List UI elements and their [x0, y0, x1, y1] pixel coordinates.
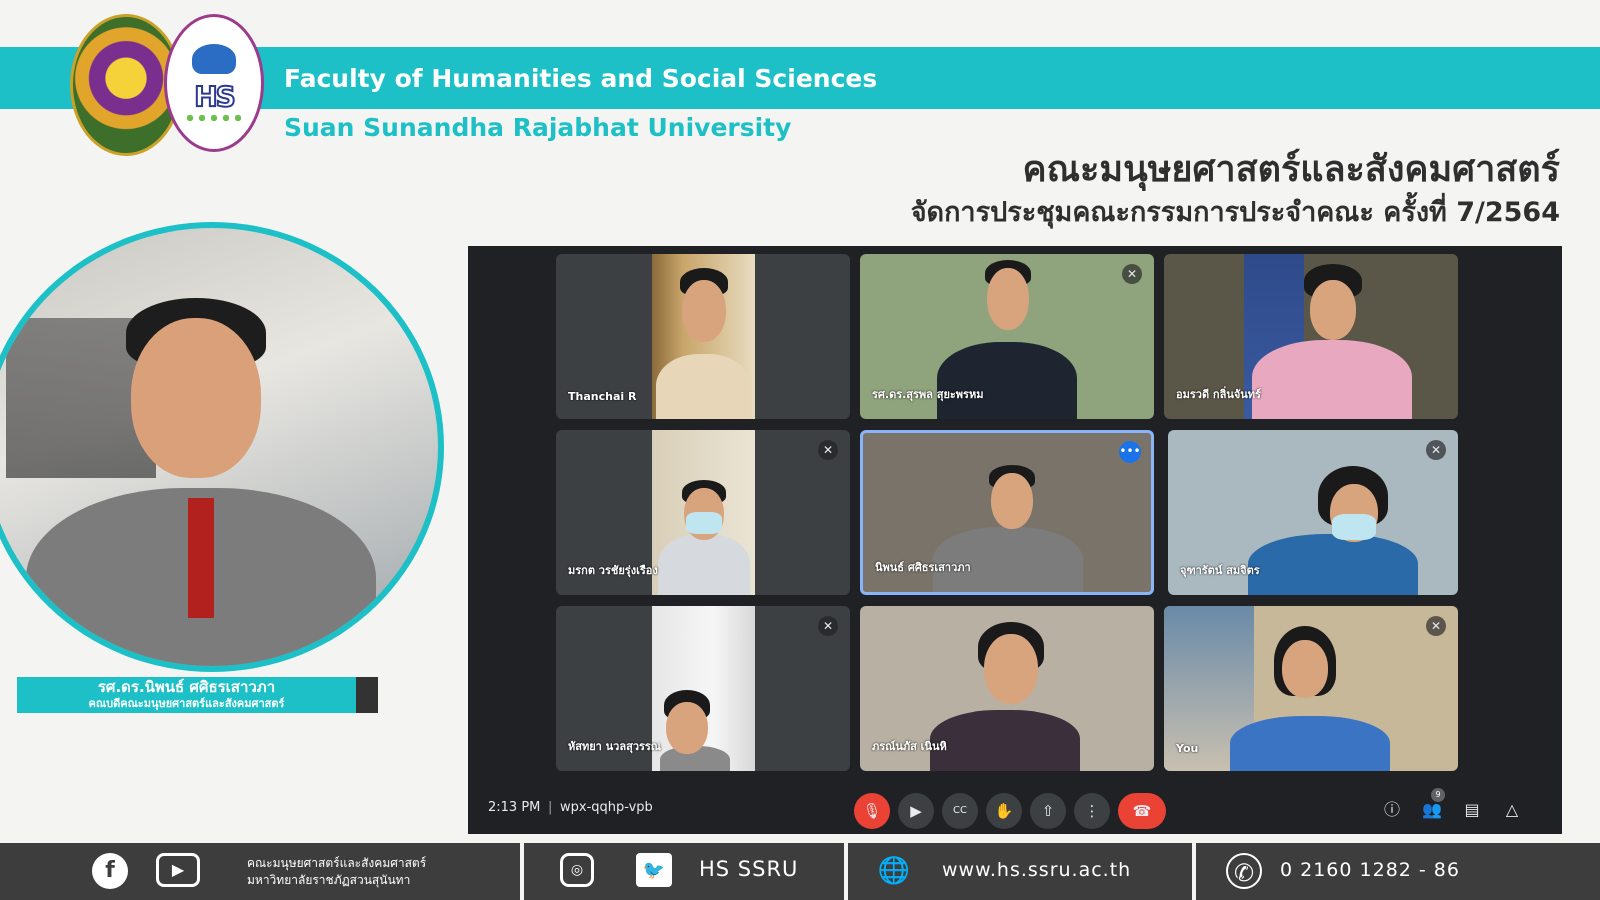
presenter-name: รศ.ดร.นิพนธ์ ศศิธรเสาวภา	[97, 678, 276, 696]
meeting-code: wpx-qqhp-vpb	[560, 800, 653, 815]
raise-hand-button[interactable]: ✋	[986, 793, 1022, 829]
participant-name: อมรวดี กลิ่นจันทร์	[1176, 388, 1261, 401]
camera-button[interactable]: ▶	[898, 793, 934, 829]
meeting-title-th: จัดการประชุมคณะกรรมการประจำคณะ ครั้งที่ …	[910, 197, 1560, 228]
presenter-figure	[0, 228, 438, 666]
presenter-name-plate: รศ.ดร.นิพนธ์ ศศิธรเสาวภา คณบดีคณะมนุษยศา…	[17, 677, 378, 713]
mic-off-button[interactable]: 🎙	[854, 793, 890, 829]
participant-name: Thanchai R	[568, 390, 637, 403]
website-url[interactable]: www.hs.ssru.ac.th	[942, 859, 1131, 881]
phone-icon: ✆	[1226, 853, 1262, 889]
footer-faculty-th: คณะมนุษยศาสตร์และสังคมศาสตร์	[247, 856, 427, 870]
mic-off-icon: ✕	[818, 440, 838, 460]
faculty-logo-figure-icon	[192, 43, 236, 74]
twitter-icon[interactable]: 🐦	[636, 853, 672, 887]
participant-name: รศ.ดร.สุรพล สุยะพรหม	[872, 388, 984, 401]
faculty-title-en: Faculty of Humanities and Social Science…	[284, 64, 878, 93]
presenter-role: คณบดีคณะมนุษยศาสตร์และสังคมศาสตร์	[88, 697, 285, 710]
instagram-icon[interactable]: ◎	[560, 853, 594, 887]
meeting-time: 2:13 PM	[488, 800, 541, 815]
leave-call-button[interactable]: ☎	[1118, 793, 1166, 829]
presenter-photo	[0, 222, 444, 672]
more-options-button[interactable]: ⋮	[1074, 793, 1110, 829]
mic-off-icon: ✕	[818, 616, 838, 636]
university-title-en: Suan Sunandha Rajabhat University	[284, 113, 792, 142]
phone-number: 0 2160 1282 - 86	[1280, 859, 1460, 881]
participant-tile[interactable]: อมรวดี กลิ่นจันทร์	[1164, 254, 1458, 419]
chat-icon[interactable]: ▤	[1458, 796, 1486, 824]
participant-tile-active[interactable]: ••• นิพนธ์ ศศิธรเสาวภา	[860, 430, 1154, 595]
faculty-title-th: คณะมนุษยศาสตร์และสังคมศาสตร์	[1022, 149, 1560, 190]
activities-icon[interactable]: △	[1498, 796, 1526, 824]
faculty-logo-dots-icon	[184, 112, 244, 123]
participants-icon[interactable]: 👥 9	[1418, 788, 1446, 824]
participant-tile[interactable]: Thanchai R	[556, 254, 850, 419]
faculty-logo-mark: HS	[193, 79, 237, 114]
participants-count-badge: 9	[1431, 788, 1445, 802]
participant-name: ภรณ์นภัส เนินหิ	[872, 740, 947, 753]
participant-name: มรกต วรชัยรุ่งเรือง	[568, 564, 658, 577]
footer-social-section: f ▶ คณะมนุษยศาสตร์และสังคมศาสตร์ มหาวิทย…	[0, 843, 520, 900]
participant-tile[interactable]: ✕ มรกต วรชัยรุ่งเรือง	[556, 430, 850, 595]
globe-icon: 🌐	[877, 856, 911, 886]
facebook-icon[interactable]: f	[92, 853, 128, 889]
participant-tile[interactable]: ✕ จุฑารัตน์ สมจิตร	[1168, 430, 1458, 595]
footer-university-th: มหาวิทยาลัยราชภัฏสวนสุนันทา	[247, 873, 411, 887]
participant-tile-self[interactable]: ✕ You	[1164, 606, 1458, 771]
more-options-icon[interactable]: •••	[1119, 441, 1141, 463]
participant-name: You	[1176, 742, 1199, 755]
video-call-window: Thanchai R ✕ รศ.ดร.สุรพล สุยะพรหม อมรวดี…	[468, 246, 1562, 834]
participant-name: หัสทยา นวลสุวรรณ	[568, 740, 662, 753]
participant-name: นิพนธ์ ศศิธรเสาวภา	[875, 561, 971, 574]
faculty-logo: HS	[164, 14, 264, 152]
social-handle: HS SSRU	[699, 857, 799, 881]
footer-handle-section: ◎ 🐦 HS SSRU	[524, 843, 844, 900]
footer: f ▶ คณะมนุษยศาสตร์และสังคมศาสตร์ มหาวิทย…	[0, 843, 1600, 900]
meeting-details-icon[interactable]: ⓘ	[1378, 796, 1406, 824]
mic-off-icon: ✕	[1426, 440, 1446, 460]
participant-name: จุฑารัตน์ สมจิตร	[1180, 564, 1260, 577]
meeting-separator: |	[548, 800, 553, 815]
participant-tile[interactable]: ✕ หัสทยา นวลสุวรรณ	[556, 606, 850, 771]
footer-website-section: 🌐 www.hs.ssru.ac.th	[848, 843, 1192, 900]
captions-button[interactable]: CC	[942, 793, 978, 829]
participant-tile[interactable]: ภรณ์นภัส เนินหิ	[860, 606, 1154, 771]
mic-off-icon: ✕	[1122, 264, 1142, 284]
meeting-control-bar: 2:13 PM | wpx-qqhp-vpb 🎙 ▶ CC ✋ ⇧ ⋮ ☎ ⓘ …	[468, 784, 1562, 834]
mic-off-icon: ✕	[1426, 616, 1446, 636]
footer-phone-section: ✆ 0 2160 1282 - 86	[1196, 843, 1600, 900]
participant-tile[interactable]: ✕ รศ.ดร.สุรพล สุยะพรหม	[860, 254, 1154, 419]
youtube-icon[interactable]: ▶	[156, 853, 200, 887]
present-screen-button[interactable]: ⇧	[1030, 793, 1066, 829]
